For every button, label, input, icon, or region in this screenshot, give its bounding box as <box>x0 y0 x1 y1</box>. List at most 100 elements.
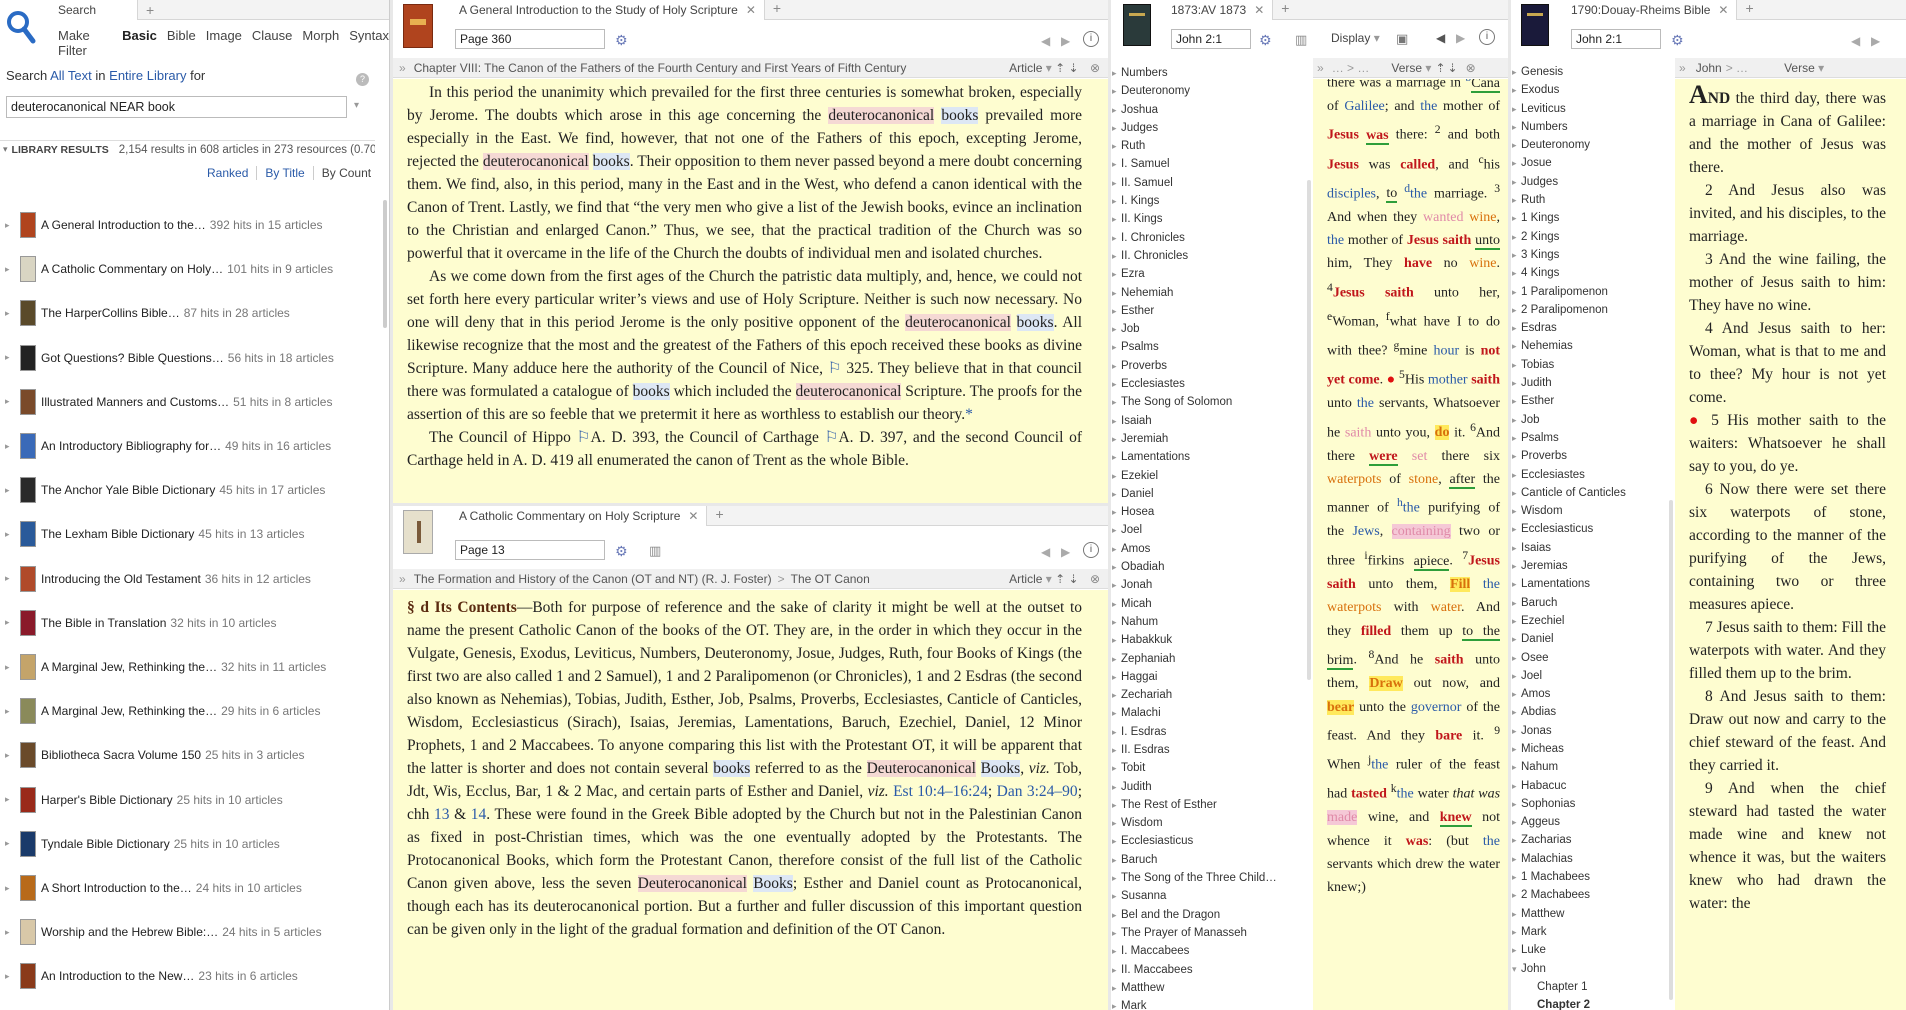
forward-icon[interactable]: ▶ <box>1871 34 1880 48</box>
book-item[interactable]: 2 Paralipomenon <box>1511 301 1673 320</box>
book-item[interactable]: Nahum <box>1511 758 1673 777</box>
book-item[interactable]: Lamentations <box>1111 448 1311 467</box>
book-item[interactable]: John <box>1511 960 1673 979</box>
expand-result-icon[interactable]: ▸ <box>5 838 10 849</box>
book-item[interactable]: Habacuc <box>1511 777 1673 796</box>
back-icon[interactable]: ◀ <box>1851 34 1860 48</box>
next-article-icon[interactable]: ⇣ <box>1069 61 1079 75</box>
back-icon[interactable]: ◀ <box>1436 31 1445 45</box>
tab-bible1[interactable]: 1873:AV 1873 ✕ <box>1163 0 1274 20</box>
close-icon[interactable]: ✕ <box>1254 3 1264 17</box>
expand-icon[interactable]: » <box>1317 61 1324 75</box>
book-item[interactable]: The Song of Solomon <box>1111 393 1311 412</box>
result-item[interactable]: ▸ The HarperCollins Bible… 87 hits in 28 a… <box>0 295 384 331</box>
book-item[interactable]: Proverbs <box>1511 447 1673 466</box>
book-item[interactable]: Nehemias <box>1511 337 1673 356</box>
book-item[interactable]: Psalms <box>1111 338 1311 357</box>
book-item[interactable]: Esther <box>1111 302 1311 321</box>
book-item[interactable]: Matthew <box>1111 979 1311 998</box>
back-icon[interactable]: ◀ <box>1041 34 1050 48</box>
visual-filter-icon[interactable]: ⚙ <box>615 32 628 49</box>
reference-input[interactable] <box>1571 29 1661 49</box>
expand-result-icon[interactable]: ▸ <box>5 441 10 452</box>
visual-filter-icon[interactable]: ⚙ <box>615 543 628 560</box>
book-item[interactable]: II. Chronicles <box>1111 247 1311 266</box>
result-item[interactable]: ▸ An Introductory Bibliography for… 49 hit… <box>0 428 384 464</box>
result-item[interactable]: ▸ A Catholic Commentary on Holy… 101 hits … <box>0 251 384 287</box>
visual-filter-icon[interactable]: ⚙ <box>1259 32 1272 49</box>
tab-bible[interactable]: Bible <box>167 28 196 58</box>
page-input[interactable] <box>455 29 605 49</box>
book-item[interactable]: Ecclesiastes <box>1111 375 1311 394</box>
expand-result-icon[interactable]: ▸ <box>5 485 10 496</box>
prev-article-icon[interactable]: ⇡ <box>1055 61 1065 75</box>
expand-result-icon[interactable]: ▸ <box>5 927 10 938</box>
info-icon[interactable]: i <box>1083 542 1099 558</box>
parallel-icon[interactable]: ▥ <box>1295 32 1307 48</box>
book-item[interactable]: Mark <box>1111 997 1311 1010</box>
expand-icon[interactable]: » <box>1679 61 1686 75</box>
tab-book1[interactable]: A General Introduction to the Study of H… <box>451 0 765 20</box>
book-item[interactable]: Deuteronomy <box>1111 82 1311 101</box>
help-icon[interactable]: ? <box>356 73 369 86</box>
search-history-chevron-icon[interactable]: ▾ <box>354 100 359 111</box>
expand-result-icon[interactable]: ▸ <box>5 750 10 761</box>
result-item[interactable]: ▸ A General Introduction to the… 392 hits … <box>0 207 384 243</box>
book-item[interactable]: Ecclesiasticus <box>1511 520 1673 539</box>
expand-result-icon[interactable]: ▸ <box>5 352 10 363</box>
book-item[interactable]: Job <box>1511 411 1673 430</box>
book-item[interactable]: Osee <box>1511 649 1673 668</box>
book-item[interactable]: II. Samuel <box>1111 174 1311 193</box>
book-item[interactable]: Obadiah <box>1111 558 1311 577</box>
tab-morph[interactable]: Morph <box>302 28 339 58</box>
book-item[interactable]: Zacharias <box>1511 831 1673 850</box>
expand-result-icon[interactable]: ▸ <box>5 396 10 407</box>
book-item[interactable]: Nehemiah <box>1111 284 1311 303</box>
result-item[interactable]: ▸ Tyndale Bible Dictionary 25 hits in 10 a… <box>0 826 384 862</box>
book-item[interactable]: Bel and the Dragon <box>1111 906 1311 925</box>
expand-result-icon[interactable]: ▸ <box>5 662 10 673</box>
result-item[interactable]: ▸ Got Questions? Bible Questions… 56 hits … <box>0 340 384 376</box>
next-icon[interactable]: ⇣ <box>1448 61 1458 75</box>
book-item[interactable]: Wisdom <box>1111 814 1311 833</box>
book-item[interactable]: The Song of the Three Child… <box>1111 869 1311 888</box>
book-item[interactable]: Jonah <box>1111 576 1311 595</box>
book-item[interactable]: Habakkuk <box>1111 631 1311 650</box>
expand-result-icon[interactable]: ▸ <box>5 883 10 894</box>
reference-input[interactable] <box>1171 29 1251 49</box>
bible2-scrollbar[interactable] <box>1669 500 1673 1000</box>
close-panel-icon[interactable]: ⊗ <box>1090 61 1100 75</box>
book-item[interactable]: Tobit <box>1111 759 1311 778</box>
book-item[interactable]: Hosea <box>1111 503 1311 522</box>
new-tab-icon[interactable]: + <box>1745 0 1753 19</box>
book-item[interactable]: Micah <box>1111 595 1311 614</box>
book-item[interactable]: Judges <box>1511 173 1673 192</box>
book-item[interactable]: 3 Kings <box>1511 246 1673 265</box>
result-item[interactable]: ▸ A Marginal Jew, Rethinking the… 29 hits … <box>0 693 384 729</box>
prev-icon[interactable]: ⇡ <box>1435 61 1445 75</box>
book-item[interactable]: Baruch <box>1111 851 1311 870</box>
book-item[interactable]: Luke <box>1511 941 1673 960</box>
book-item[interactable]: Zephaniah <box>1111 650 1311 669</box>
result-item[interactable]: ▸ Illustrated Manners and Customs… 51 hits… <box>0 384 384 420</box>
book-item[interactable]: Lamentations <box>1511 575 1673 594</box>
result-item[interactable]: ▸ A Marginal Jew, Rethinking the… 32 hits … <box>0 649 384 685</box>
new-tab-icon[interactable]: + <box>715 506 723 525</box>
book-item[interactable]: Susanna <box>1111 887 1311 906</box>
tab-image[interactable]: Image <box>206 28 242 58</box>
book-item[interactable]: Amos <box>1511 685 1673 704</box>
expand-result-icon[interactable]: ▸ <box>5 220 10 231</box>
book-item[interactable]: Aggeus <box>1511 813 1673 832</box>
prev-article-icon[interactable]: ⇡ <box>1055 572 1065 586</box>
display-dropdown[interactable]: Display ▾ <box>1331 31 1380 45</box>
result-item[interactable]: ▸ Harper's Bible Dictionary 25 hits in 10 … <box>0 782 384 818</box>
book-item[interactable]: Judith <box>1111 778 1311 797</box>
book-item[interactable]: Amos <box>1111 540 1311 559</box>
book-item[interactable]: I. Esdras <box>1111 723 1311 742</box>
tab-syntax[interactable]: Syntax <box>349 28 389 58</box>
book-item[interactable]: 1 Machabees <box>1511 868 1673 887</box>
book-item[interactable]: II. Esdras <box>1111 741 1311 760</box>
book-item[interactable]: Haggai <box>1111 668 1311 687</box>
book-item[interactable]: Ezechiel <box>1511 612 1673 631</box>
book-item[interactable]: Zechariah <box>1111 686 1311 705</box>
